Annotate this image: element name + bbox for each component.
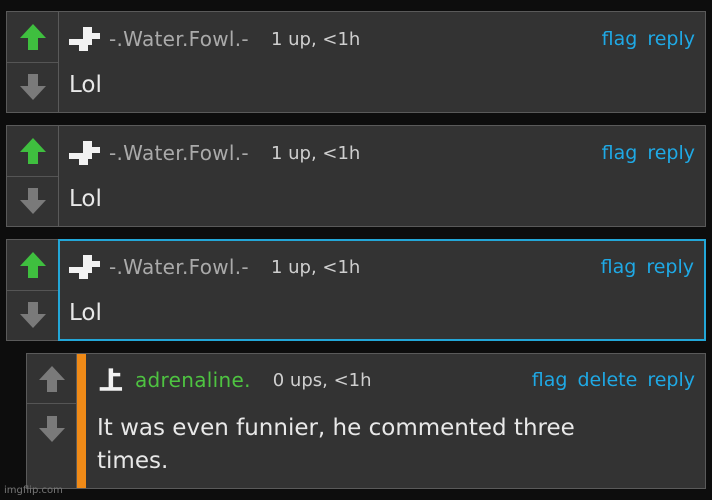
comment-actions: flag reply [602,28,695,50]
reply-link[interactable]: reply [647,369,695,391]
arrow-up-icon [38,365,65,392]
arrow-up-icon [19,251,46,278]
arrow-up-icon [19,23,46,50]
arrow-down-icon [19,302,46,329]
own-comment-accent-bar [77,354,86,488]
downvote-button[interactable] [27,404,76,454]
flag-link[interactable]: flag [601,256,637,278]
arrow-down-icon [38,416,65,442]
comment-header: -.Water.Fowl.- 1 up, <1h flag reply [67,252,704,282]
comment-text: It was even funnier, he commented three … [97,415,575,474]
upvote-button[interactable] [7,240,58,291]
pixel-puzzle-avatar-icon [69,255,100,279]
comment-body: -.Water.Fowl.- 1 up, <1h flag reply Lol [58,239,706,341]
username-link[interactable]: adrenaline. [135,368,251,392]
comment-text: Lol [69,72,102,98]
comment: -.Water.Fowl.- 1 up, <1h flag reply Lol [6,125,706,227]
vote-column [6,125,58,227]
comment-meta: 0 ups, <1h [272,369,372,391]
username-link[interactable]: -.Water.Fowl.- [109,27,249,51]
username-link[interactable]: -.Water.Fowl.- [109,141,249,165]
pixel-cross-avatar-icon [99,368,123,391]
flag-link[interactable]: flag [602,28,638,50]
comment-body: -.Water.Fowl.- 1 up, <1h flag reply Lol [58,11,706,113]
vote-column [6,239,58,341]
comment-meta: 1 up, <1h [270,142,361,164]
comment-actions: flag reply [602,142,695,164]
comment-header: -.Water.Fowl.- 1 up, <1h flag reply [67,138,705,168]
reply-link[interactable]: reply [647,142,695,164]
comment-actions: flag reply [601,256,694,278]
comment: -.Water.Fowl.- 1 up, <1h flag reply Lol [6,11,706,113]
flag-link[interactable]: flag [602,142,638,164]
comment-actions: flag delete reply [532,369,695,391]
downvote-button[interactable] [7,291,58,341]
upvote-button[interactable] [7,126,58,177]
comment-body: adrenaline. 0 ups, <1h flag delete reply… [76,353,706,489]
pixel-puzzle-avatar-icon [69,27,100,51]
watermark: imgflip.com [4,485,63,496]
comment-selected: -.Water.Fowl.- 1 up, <1h flag reply Lol [6,239,706,341]
vote-column [26,353,76,489]
comment-meta: 1 up, <1h [270,256,361,278]
downvote-button[interactable] [7,63,58,113]
arrow-down-icon [19,188,46,215]
upvote-button[interactable] [7,12,58,63]
delete-link[interactable]: delete [577,369,637,391]
comment-reply: adrenaline. 0 ups, <1h flag delete reply… [26,353,706,489]
comment-header: -.Water.Fowl.- 1 up, <1h flag reply [67,24,705,54]
upvote-button[interactable] [27,354,76,404]
arrow-down-icon [19,74,46,101]
comment-text: Lol [69,300,102,326]
downvote-button[interactable] [7,177,58,227]
pixel-puzzle-avatar-icon [69,141,100,165]
comment-text: Lol [69,186,102,212]
comment-meta: 1 up, <1h [270,28,361,50]
comment-header: adrenaline. 0 ups, <1h flag delete reply [97,365,705,395]
username-link[interactable]: -.Water.Fowl.- [109,255,249,279]
comment-body: -.Water.Fowl.- 1 up, <1h flag reply Lol [58,125,706,227]
flag-link[interactable]: flag [532,369,568,391]
arrow-up-icon [19,137,46,164]
vote-column [6,11,58,113]
reply-link[interactable]: reply [647,28,695,50]
reply-link[interactable]: reply [646,256,694,278]
